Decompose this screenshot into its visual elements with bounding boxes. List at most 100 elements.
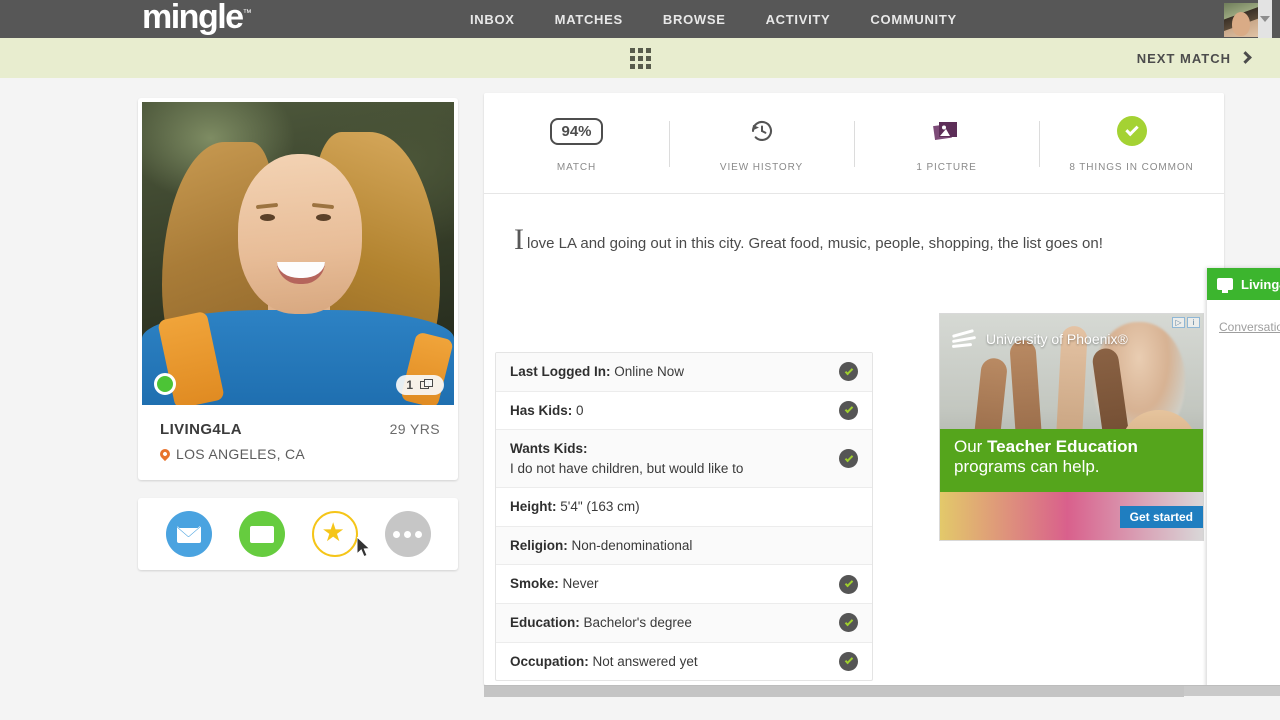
ad-cta-button[interactable]: Get started bbox=[1120, 506, 1203, 528]
bio-text: love LA and going out in this city. Grea… bbox=[527, 228, 1103, 256]
table-row: Religion: Non-denominational bbox=[496, 527, 872, 566]
green-check-circle-icon bbox=[1117, 111, 1147, 151]
profile-location: LOS ANGELES, CA bbox=[176, 446, 305, 462]
photo-count-value: 1 bbox=[406, 378, 413, 392]
view-history-stat[interactable]: VIEW HISTORY bbox=[669, 93, 854, 193]
more-options-button[interactable] bbox=[385, 511, 431, 557]
profile-meta: LIVING4LA 29 YRS LOS ANGELES, CA bbox=[142, 405, 454, 480]
logo-trademark: ™ bbox=[243, 8, 251, 18]
pictures-icon bbox=[932, 111, 962, 151]
detail-religion: Religion: Non-denominational bbox=[510, 536, 692, 556]
grid-view-icon[interactable] bbox=[630, 48, 651, 69]
history-clock-icon bbox=[748, 111, 776, 151]
ad-headline-band: Our Teacher Education programs can help. bbox=[940, 429, 1204, 494]
next-match-label: NEXT MATCH bbox=[1137, 51, 1231, 66]
things-in-common-label: 8 THINGS IN COMMON bbox=[1069, 161, 1193, 175]
detail-occupation: Occupation: Not answered yet bbox=[510, 652, 698, 672]
table-row: Height: 5'4" (163 cm) bbox=[496, 488, 872, 527]
phoenix-bird-logo-icon bbox=[952, 328, 978, 350]
match-percent-stat[interactable]: 94% MATCH bbox=[484, 93, 669, 193]
chat-conversation-link[interactable]: Conversation bbox=[1219, 320, 1280, 334]
detail-check-icon bbox=[839, 401, 858, 420]
chat-monitor-icon bbox=[1217, 278, 1233, 290]
pictures-stat[interactable]: 1 PICTURE bbox=[854, 93, 1039, 193]
chat-dock-header[interactable]: Living4 bbox=[1207, 268, 1280, 300]
profile-location-row: LOS ANGELES, CA bbox=[160, 446, 440, 462]
chat-dock-title: Living4 bbox=[1241, 277, 1280, 292]
advertisement[interactable]: University of Phoenix® Our Teacher Educa… bbox=[939, 313, 1204, 541]
bio-drop-cap: I bbox=[514, 228, 524, 253]
detail-wants-kids: Wants Kids:I do not have children, but w… bbox=[510, 439, 743, 478]
percent-box-icon: 94% bbox=[550, 111, 602, 151]
map-pin-icon bbox=[158, 447, 172, 461]
detail-check-icon bbox=[839, 362, 858, 381]
send-message-button[interactable] bbox=[166, 511, 212, 557]
things-in-common-stat[interactable]: 8 THINGS IN COMMON bbox=[1039, 93, 1224, 193]
avatar[interactable] bbox=[1224, 3, 1258, 37]
detail-height: Height: 5'4" (163 cm) bbox=[510, 497, 640, 517]
account-dropdown-toggle[interactable] bbox=[1258, 0, 1272, 38]
account-menu[interactable] bbox=[1224, 0, 1272, 38]
table-row: Education: Bachelor's degree bbox=[496, 604, 872, 643]
scrollbar-thumb[interactable] bbox=[484, 686, 1184, 697]
ad-brand-row: University of Phoenix® bbox=[952, 328, 1128, 350]
table-row: Last Logged In: Online Now bbox=[496, 353, 872, 392]
logo-mingle-text: mingle™ bbox=[142, 0, 250, 34]
ad-choices-glyph: i bbox=[1187, 317, 1200, 328]
pictures-label: 1 PICTURE bbox=[916, 161, 976, 175]
profile-photo[interactable]: 1 bbox=[142, 102, 454, 405]
nav-item-matches[interactable]: MATCHES bbox=[555, 12, 623, 27]
chat-dock-body: Conversation bbox=[1207, 300, 1280, 354]
ad-marker-glyph: ▷ bbox=[1172, 317, 1185, 328]
profile-stats-bar: 94% MATCH VIEW HISTORY bbox=[484, 93, 1224, 194]
photo-count-badge[interactable]: 1 bbox=[396, 375, 444, 395]
view-history-label: VIEW HISTORY bbox=[720, 161, 803, 175]
detail-check-icon bbox=[839, 652, 858, 671]
nav-item-community[interactable]: COMMUNITY bbox=[870, 12, 956, 27]
start-chat-button[interactable] bbox=[239, 511, 285, 557]
table-row: Wants Kids:I do not have children, but w… bbox=[496, 430, 872, 488]
profile-card: 1 LIVING4LA 29 YRS LOS ANGELES, CA bbox=[138, 98, 458, 480]
app-root: christian mingle™ INBOX MATCHES BROWSE A… bbox=[0, 0, 1280, 720]
chat-dock-panel[interactable]: Living4 Conversation bbox=[1207, 268, 1280, 690]
match-percent-value: 94% bbox=[550, 118, 602, 145]
chevron-down-icon bbox=[1260, 16, 1270, 22]
profile-actions-bar bbox=[138, 498, 458, 570]
photo-eye-right bbox=[316, 214, 331, 221]
detail-last-logged-in: Last Logged In: Online Now bbox=[510, 362, 684, 382]
profile-username: LIVING4LA bbox=[160, 421, 242, 438]
detail-smoke: Smoke: Never bbox=[510, 574, 599, 594]
chat-window-icon bbox=[250, 526, 274, 543]
sub-toolbar: NEXT MATCH bbox=[0, 38, 1280, 78]
photo-stack-icon bbox=[420, 379, 434, 391]
ad-headline-line2: programs can help. bbox=[954, 457, 1191, 477]
profile-details-table: Last Logged In: Online Now Has Kids: 0 W… bbox=[495, 352, 873, 681]
chevron-right-icon bbox=[1239, 51, 1252, 64]
table-row: Has Kids: 0 bbox=[496, 392, 872, 431]
ad-brand-name: University of Phoenix® bbox=[986, 331, 1128, 347]
detail-education: Education: Bachelor's degree bbox=[510, 613, 692, 633]
main-nav: INBOX MATCHES BROWSE ACTIVITY COMMUNITY bbox=[470, 0, 957, 38]
envelope-icon bbox=[177, 526, 201, 543]
photo-eye-left bbox=[260, 214, 275, 221]
detail-check-icon bbox=[839, 613, 858, 632]
detail-check-icon bbox=[839, 575, 858, 594]
next-match-button[interactable]: NEXT MATCH bbox=[1137, 38, 1250, 78]
left-column: 1 LIVING4LA 29 YRS LOS ANGELES, CA bbox=[138, 98, 458, 570]
nav-item-activity[interactable]: ACTIVITY bbox=[766, 12, 831, 27]
photo-face bbox=[238, 154, 362, 314]
profile-name-row: LIVING4LA 29 YRS bbox=[160, 421, 440, 438]
table-row: Smoke: Never bbox=[496, 565, 872, 604]
ad-choices-icon[interactable]: ▷ i bbox=[1172, 317, 1200, 328]
table-row: Occupation: Not answered yet bbox=[496, 643, 872, 681]
horizontal-scrollbar[interactable] bbox=[484, 685, 1280, 696]
nav-item-browse[interactable]: BROWSE bbox=[663, 12, 726, 27]
detail-has-kids: Has Kids: 0 bbox=[510, 401, 584, 421]
detail-check-icon bbox=[839, 449, 858, 468]
nav-item-inbox[interactable]: INBOX bbox=[470, 12, 515, 27]
profile-bio: I love LA and going out in this city. Gr… bbox=[484, 194, 1224, 256]
site-logo[interactable]: christian mingle™ bbox=[142, 0, 250, 34]
online-status-dot bbox=[154, 373, 176, 395]
match-percent-label: MATCH bbox=[557, 161, 596, 175]
favorite-button[interactable] bbox=[312, 511, 358, 557]
